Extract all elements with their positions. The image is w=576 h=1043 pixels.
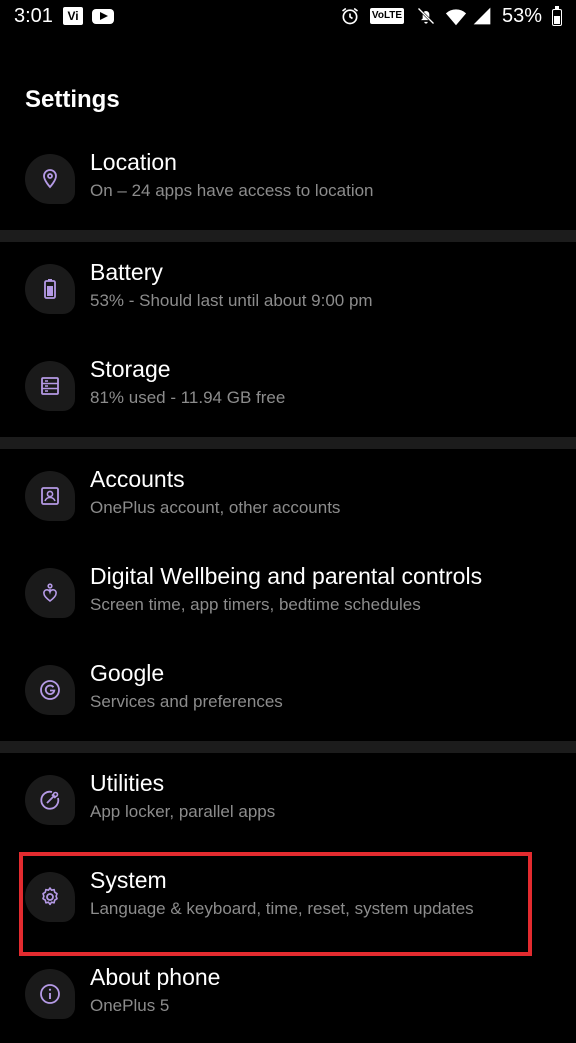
carrier-icon: Vi — [63, 7, 83, 25]
settings-item-subtitle: Screen time, app timers, bedtime schedul… — [90, 595, 421, 614]
settings-item-title: Location — [90, 149, 177, 175]
settings-item-title: Accounts — [90, 466, 185, 492]
settings-item-subtitle: OnePlus 5 — [90, 996, 170, 1015]
signal-icon — [473, 7, 491, 25]
battery-status-icon — [552, 6, 562, 26]
location-pin-icon — [25, 154, 75, 204]
gear-icon — [25, 872, 75, 922]
settings-item-title: Storage — [90, 356, 171, 382]
settings-item-title: Battery — [90, 259, 163, 285]
utilities-icon — [25, 775, 75, 825]
settings-item-subtitle: On – 24 apps have access to location — [90, 181, 374, 200]
settings-item-accounts[interactable]: Accounts OnePlus account, other accounts — [0, 449, 576, 545]
section-divider — [0, 741, 576, 753]
info-icon — [25, 969, 75, 1019]
settings-item-google[interactable]: Google Services and preferences — [0, 643, 576, 739]
google-icon — [25, 665, 75, 715]
wellbeing-icon — [25, 568, 75, 618]
settings-item-utilities[interactable]: Utilities App locker, parallel apps — [0, 753, 576, 849]
settings-item-battery[interactable]: Battery 53% - Should last until about 9:… — [0, 242, 576, 338]
section-divider — [0, 437, 576, 449]
volte-icon: VoLTE — [370, 8, 404, 24]
battery-percent: 53% — [501, 5, 542, 27]
account-icon — [25, 471, 75, 521]
page-title: Settings — [25, 86, 120, 113]
storage-icon — [25, 361, 75, 411]
alarm-icon — [342, 7, 358, 25]
settings-item-digital-wellbeing[interactable]: Digital Wellbeing and parental controls … — [0, 546, 576, 642]
settings-item-subtitle: OnePlus account, other accounts — [90, 498, 341, 517]
settings-item-subtitle: 53% - Should last until about 9:00 pm — [90, 291, 373, 310]
settings-item-title: Utilities — [90, 770, 165, 796]
section-divider — [0, 230, 576, 242]
mute-icon — [417, 7, 435, 25]
settings-item-title: About phone — [90, 964, 221, 990]
settings-item-location[interactable]: Location On – 24 apps have access to loc… — [0, 132, 576, 228]
status-time: 3:01 — [14, 5, 53, 27]
settings-item-storage[interactable]: Storage 81% used - 11.94 GB free — [0, 339, 576, 435]
settings-item-title: Google — [90, 660, 165, 686]
settings-item-subtitle: Language & keyboard, time, reset, system… — [90, 899, 474, 918]
settings-item-subtitle: 81% used - 11.94 GB free — [90, 388, 286, 407]
battery-icon — [25, 264, 75, 314]
youtube-icon — [92, 9, 114, 24]
settings-item-system[interactable]: System Language & keyboard, time, reset,… — [0, 850, 576, 946]
wifi-icon — [445, 9, 467, 26]
settings-item-title: System — [90, 867, 167, 893]
settings-item-subtitle: App locker, parallel apps — [90, 802, 276, 821]
status-bar: 3:01 Vi VoLTE 53% — [0, 0, 576, 36]
settings-item-about-phone[interactable]: About phone OnePlus 5 — [0, 947, 576, 1043]
settings-item-subtitle: Services and preferences — [90, 692, 283, 711]
battery-fill — [554, 16, 560, 24]
settings-item-title: Digital Wellbeing and parental controls — [90, 563, 483, 589]
